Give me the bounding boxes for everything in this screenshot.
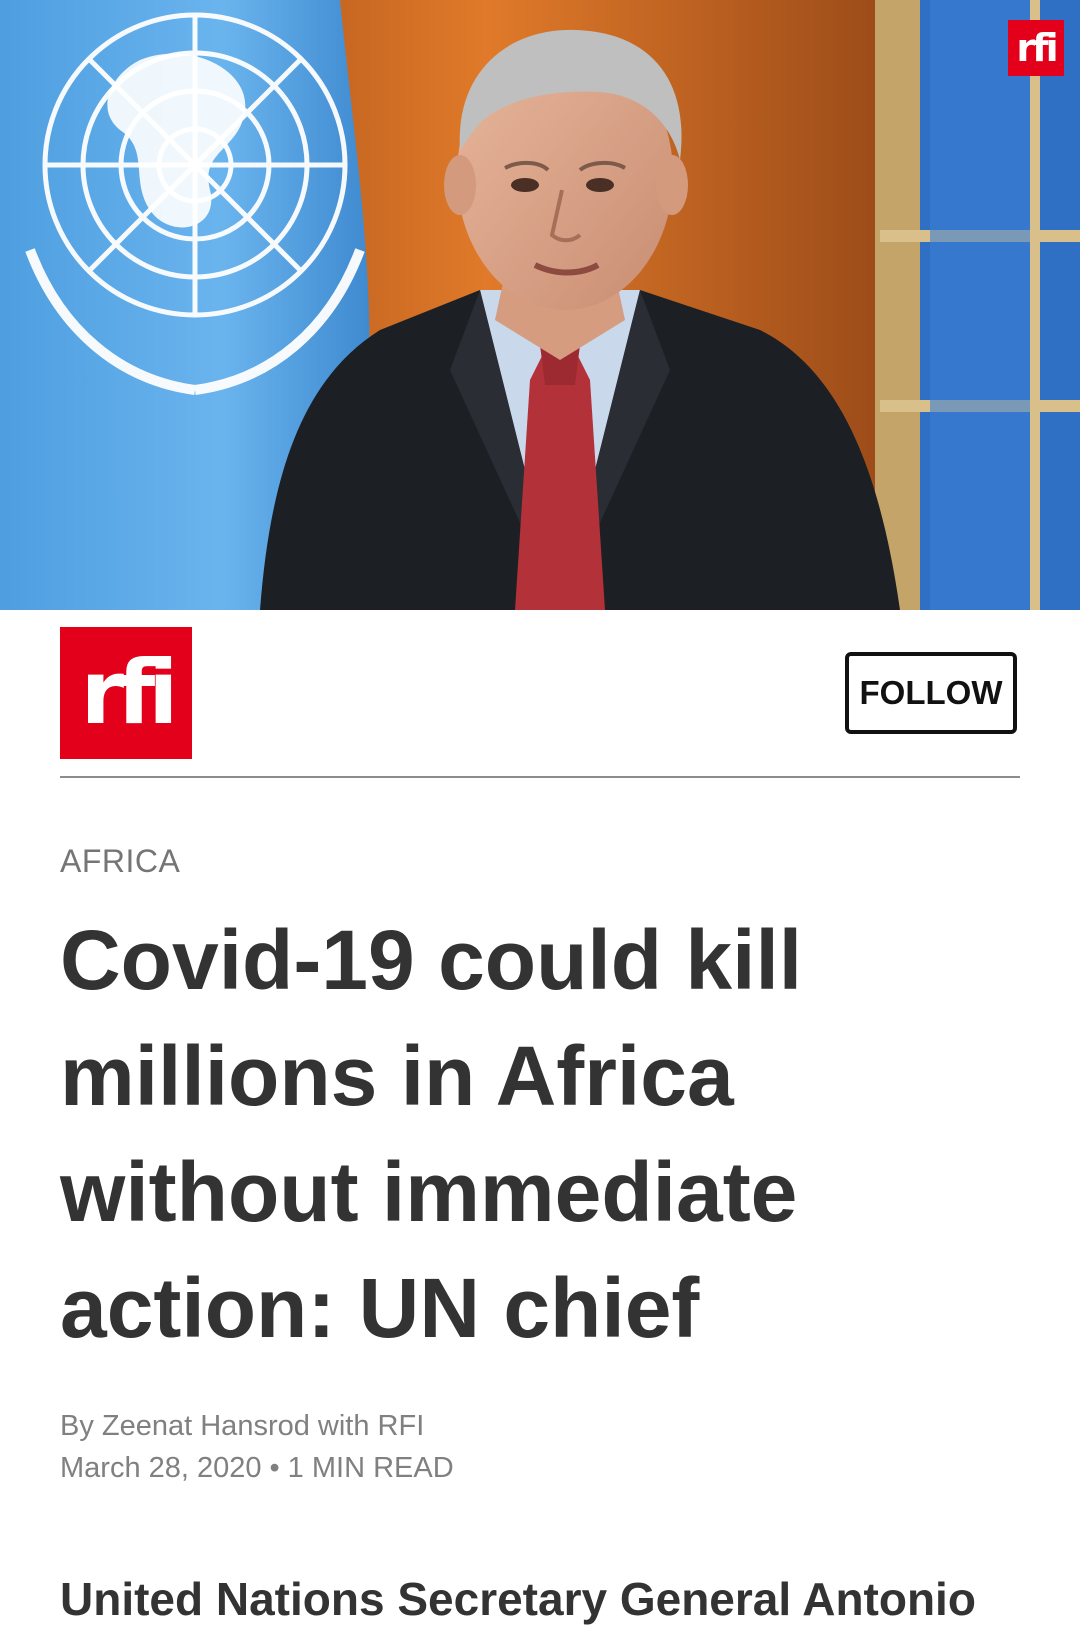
article-read-time: 1 MIN READ	[287, 1452, 454, 1484]
article-meta: March 28, 2020 • 1 MIN READ	[60, 1452, 454, 1485]
article-byline: By Zeenat Hansrod with RFI	[60, 1410, 425, 1442]
hero-photo-illustration	[0, 0, 1080, 610]
meta-separator: •	[269, 1452, 280, 1484]
hero-image: rfi	[0, 0, 1080, 610]
divider	[60, 776, 1020, 778]
article-headline: Covid-19 could kill millions in Africa w…	[60, 913, 803, 1355]
article-category[interactable]: AFRICA	[60, 843, 180, 880]
article-date: March 28, 2020	[60, 1452, 262, 1484]
follow-button[interactable]: FOLLOW	[845, 652, 1017, 734]
hero-rfi-logo: rfi	[1008, 20, 1064, 76]
source-rfi-logo[interactable]: rfi	[60, 627, 192, 759]
article-lead-paragraph: United Nations Secretary General Antonio	[60, 1573, 976, 1625]
